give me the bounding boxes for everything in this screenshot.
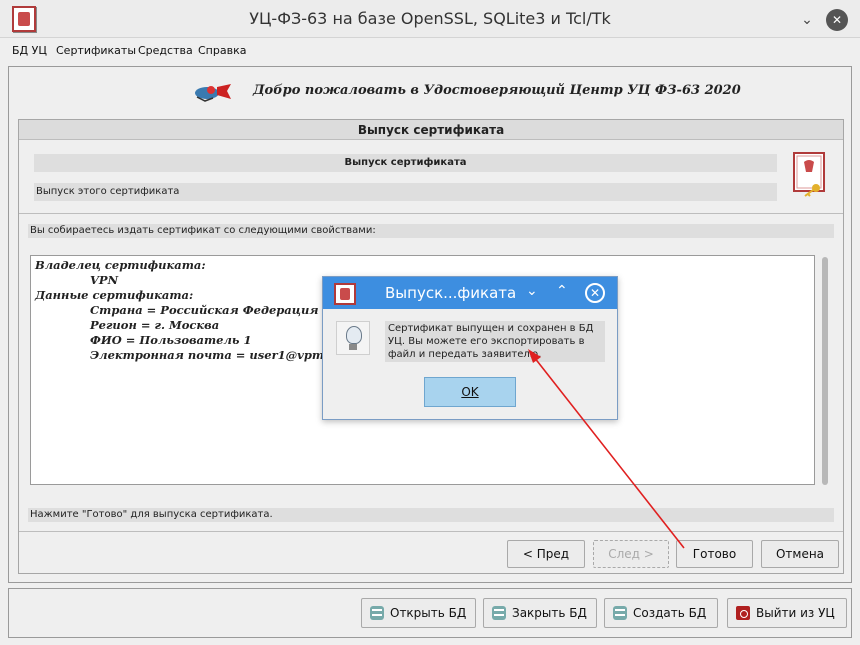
database-icon xyxy=(613,606,627,620)
close-db-button[interactable]: Закрыть БД xyxy=(483,598,597,628)
cancel-button[interactable]: Отмена xyxy=(761,540,839,568)
close-button[interactable]: ✕ xyxy=(826,9,848,31)
create-db-label: Создать БД xyxy=(633,606,707,620)
intro-label: Вы собираетесь издать сертификат со след… xyxy=(28,224,834,238)
menu-certificates[interactable]: Сертификаты xyxy=(56,44,136,57)
owner-label: Владелец сертификата: xyxy=(35,258,206,272)
logo-icon xyxy=(195,84,231,102)
scrollbar-thumb[interactable] xyxy=(822,257,828,485)
info-dialog: Выпуск...фиката ⌄ ⌃ ✕ Сертификат выпущен… xyxy=(322,276,618,420)
window-title: УЦ-ФЗ-63 на базе OpenSSL, SQLite3 и Tcl/… xyxy=(249,9,611,28)
lightbulb-icon xyxy=(336,321,370,355)
dialog-close-button[interactable]: ✕ xyxy=(585,283,605,303)
menubar: БД УЦ Сертификаты Средства Справка xyxy=(0,38,860,62)
menu-help[interactable]: Справка xyxy=(198,44,246,57)
separator xyxy=(19,213,843,214)
exit-button[interactable]: Выйти из УЦ xyxy=(727,598,847,628)
create-db-button[interactable]: Создать БД xyxy=(604,598,718,628)
step-subtitle: Выпуск этого сертификата xyxy=(34,183,777,201)
minimize-button[interactable]: ⌄ xyxy=(796,9,818,31)
next-button[interactable]: След > xyxy=(593,540,669,568)
exit-label: Выйти из УЦ xyxy=(756,606,835,620)
separator xyxy=(19,531,843,532)
close-db-label: Закрыть БД xyxy=(512,606,587,620)
back-button[interactable]: < Пред xyxy=(507,540,585,568)
vertical-scrollbar[interactable] xyxy=(819,255,831,493)
menu-tools[interactable]: Средства xyxy=(138,44,193,57)
certificate-icon xyxy=(334,283,356,305)
dialog-maximize-button[interactable]: ⌃ xyxy=(556,283,568,299)
dialog-title: Выпуск...фиката xyxy=(385,284,517,302)
finish-button[interactable]: Готово xyxy=(676,540,753,568)
hint-label: Нажмите "Готово" для выпуска сертификата… xyxy=(28,508,834,522)
database-icon xyxy=(370,606,384,620)
dialog-minimize-button[interactable]: ⌄ xyxy=(526,283,538,299)
open-db-button[interactable]: Открыть БД xyxy=(361,598,476,628)
open-db-label: Открыть БД xyxy=(390,606,467,620)
ok-button[interactable]: OK xyxy=(424,377,516,407)
menu-db[interactable]: БД УЦ xyxy=(12,44,47,57)
certificate-key-icon xyxy=(793,152,825,197)
welcome-heading: Добро пожаловать в Удостоверяющий Центр … xyxy=(253,83,741,98)
database-icon xyxy=(492,606,506,620)
exit-icon xyxy=(736,606,750,620)
dialog-message: Сертификат выпущен и сохранен в БД УЦ. В… xyxy=(385,321,605,362)
wizard-header: Выпуск сертификата xyxy=(19,120,843,140)
dialog-titlebar: Выпуск...фиката ⌄ ⌃ ✕ xyxy=(323,277,617,309)
window-titlebar: УЦ-ФЗ-63 на базе OpenSSL, SQLite3 и Tcl/… xyxy=(0,0,860,38)
bottom-toolbar: Открыть БД Закрыть БД Создать БД Выйти и… xyxy=(8,588,852,638)
step-title: Выпуск сертификата xyxy=(34,154,777,172)
